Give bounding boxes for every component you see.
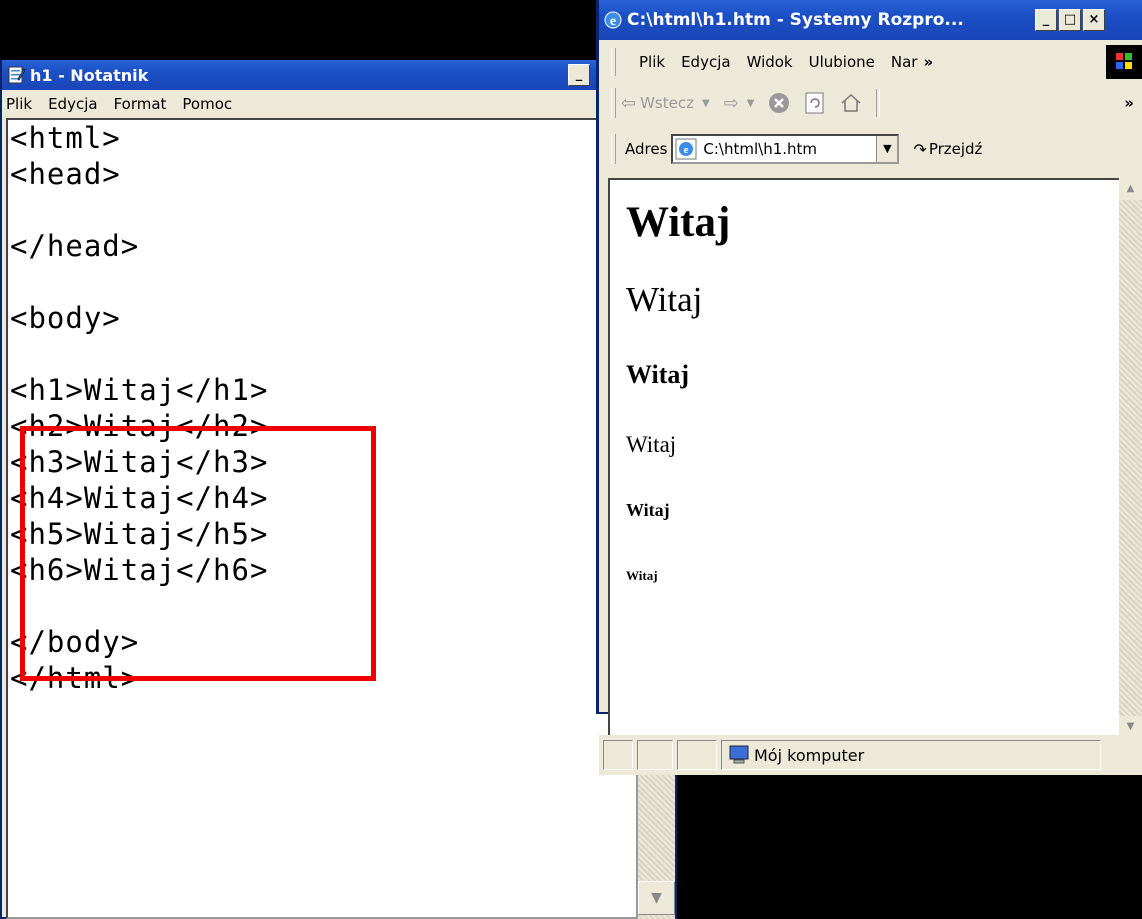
code-line: <head>	[10, 157, 121, 191]
forward-arrow-icon: ⇨	[723, 92, 739, 114]
status-zone-pane: Mój komputer	[721, 740, 1101, 770]
browser-titlebar[interactable]: e C:\html\h1.htm - Systemy Rozpro... _ □…	[599, 0, 1142, 40]
notepad-window: h1 - Notatnik _ Plik Edycja Format Pomoc…	[0, 60, 677, 919]
menu-edycja[interactable]: Edycja	[681, 53, 730, 71]
address-dropdown-button[interactable]: ▼	[876, 136, 898, 162]
browser-toolbar: ⇦ Wstecz ▼ ⇨ ▼ »	[599, 82, 1142, 124]
go-button[interactable]: ↷ Przejdź	[913, 140, 982, 159]
status-zone-label: Mój komputer	[754, 745, 865, 765]
status-pane	[637, 740, 673, 770]
code-line: <html>	[10, 121, 121, 155]
ie-app-icon: e	[604, 11, 622, 29]
heading-h1: Witaj	[626, 199, 731, 246]
chevron-down-icon: ▼	[746, 97, 755, 109]
heading-h6: Witaj	[626, 568, 658, 583]
notepad-title: h1 - Notatnik	[30, 65, 149, 85]
highlight-box	[20, 426, 376, 681]
code-line: <body>	[10, 301, 121, 335]
address-input[interactable]: e C:\html\h1.htm ▼	[671, 134, 900, 164]
svg-text:e: e	[684, 144, 689, 156]
close-button[interactable]: ×	[1083, 9, 1105, 31]
svg-text:e: e	[610, 14, 616, 29]
browser-title: C:\html\h1.htm - Systemy Rozpro...	[627, 10, 964, 30]
refresh-button[interactable]	[804, 92, 826, 114]
menu-edycja[interactable]: Edycja	[48, 95, 97, 113]
address-label: Adres	[625, 140, 668, 158]
status-pane	[603, 740, 633, 770]
home-icon	[841, 93, 861, 112]
browser-window: e C:\html\h1.htm - Systemy Rozpro... _ □…	[596, 0, 1142, 775]
scroll-up-arrow-icon[interactable]: ▲	[1119, 178, 1142, 200]
maximize-button[interactable]: □	[1059, 9, 1081, 31]
minimize-button[interactable]: _	[1035, 9, 1057, 31]
menu-format[interactable]: Format	[114, 95, 167, 113]
notepad-menubar: Plik Edycja Format Pomoc	[2, 90, 675, 118]
status-bar: Mój komputer	[599, 735, 1142, 775]
minimize-button[interactable]: _	[568, 64, 590, 86]
back-button[interactable]: ⇦ Wstecz ▼	[621, 93, 710, 114]
scroll-down-arrow-icon[interactable]: ▼	[638, 881, 675, 915]
back-label: Wstecz	[640, 94, 694, 112]
notepad-titlebar[interactable]: h1 - Notatnik _	[2, 60, 675, 90]
menu-plik[interactable]: Plik	[6, 95, 32, 113]
home-button[interactable]	[840, 92, 862, 114]
toolbar-grip[interactable]	[611, 88, 616, 118]
address-value: C:\html\h1.htm	[703, 140, 818, 158]
heading-h3: Witaj	[626, 360, 690, 389]
heading-h4: Witaj	[626, 432, 677, 457]
menu-pomoc[interactable]: Pomoc	[182, 95, 232, 113]
menu-ulubione[interactable]: Ulubione	[809, 53, 875, 71]
code-line: <h1>Witaj</h1>	[10, 373, 269, 407]
toolbar-grip[interactable]	[611, 134, 616, 164]
status-pane	[677, 740, 717, 770]
go-label: Przejdź	[928, 140, 983, 158]
back-arrow-icon: ⇦	[621, 92, 637, 114]
heading-h2: Witaj	[626, 280, 703, 319]
menu-narzedzia[interactable]: Nar	[891, 53, 918, 71]
stop-button[interactable]	[768, 92, 790, 114]
forward-button[interactable]: ⇨ ▼	[724, 93, 755, 114]
chevron-down-icon: ▼	[701, 97, 710, 109]
toolbar-overflow-chevron[interactable]: »	[1124, 94, 1134, 112]
menu-plik[interactable]: Plik	[639, 53, 665, 71]
browser-menubar: Plik Edycja Widok Ulubione Nar »	[599, 44, 1142, 80]
menu-widok[interactable]: Widok	[747, 53, 793, 71]
toolbar-separator	[876, 89, 881, 117]
refresh-icon	[805, 92, 824, 114]
toolbar-grip[interactable]	[611, 48, 616, 76]
computer-icon	[729, 745, 749, 764]
address-bar: Adres e C:\html\h1.htm ▼ ↷ Przejdź	[599, 124, 1142, 174]
page-content: Witaj Witaj Witaj Witaj Witaj Witaj	[608, 178, 1122, 738]
heading-h5: Witaj	[626, 500, 670, 520]
page-icon: e	[675, 138, 697, 160]
code-line: </head>	[10, 229, 140, 263]
go-arrow-icon: ↷	[913, 139, 927, 159]
windows-logo-icon	[1106, 45, 1142, 79]
notepad-app-icon	[8, 66, 26, 84]
menu-overflow-chevron[interactable]: »	[923, 53, 933, 71]
browser-vertical-scrollbar[interactable]: ▲ ▼	[1119, 178, 1142, 738]
stop-icon	[769, 93, 790, 113]
